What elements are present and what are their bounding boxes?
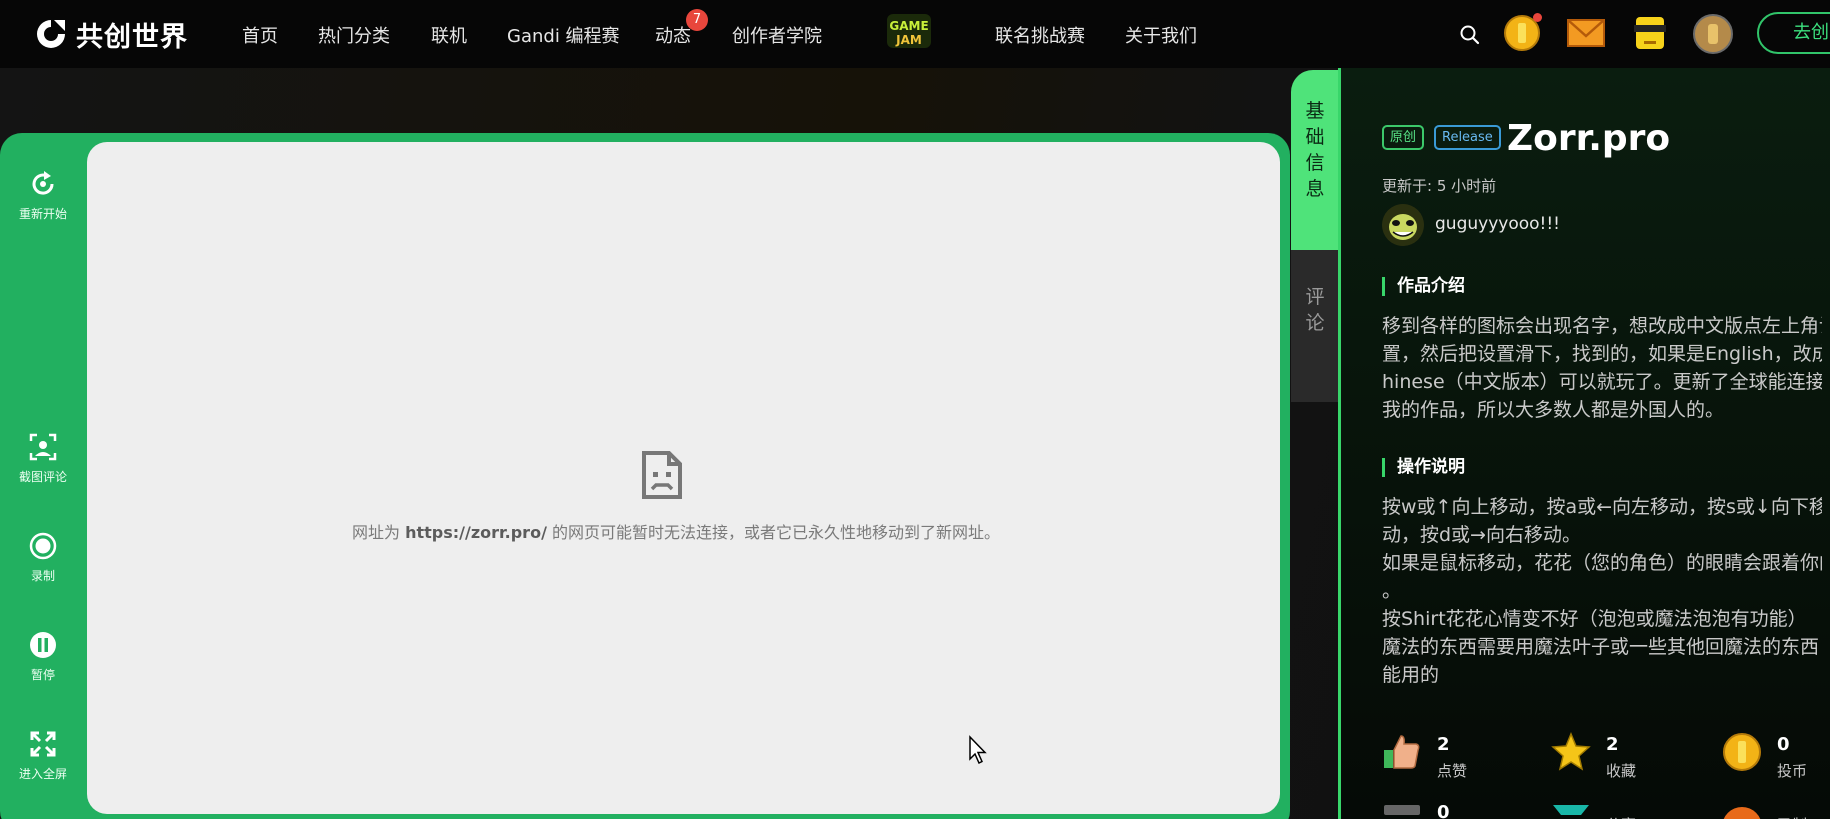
connection-error-message: 网址为 https://zorr.pro/ 的网页可能暂时无法连接，或者它已永久…	[352, 519, 1000, 543]
top-navbar: 共创世界 首页 热门分类 联机 Gandi 编程赛 动态 7 创作者学院 GAM…	[0, 0, 1830, 68]
cool-emoji-icon[interactable]	[1630, 11, 1670, 55]
favorites-label: 收藏	[1606, 762, 1637, 780]
nav-dynamics[interactable]: 动态	[655, 22, 691, 48]
game-stage[interactable]	[87, 142, 1280, 814]
ops-line: 。	[1382, 580, 1402, 602]
fullscreen-icon	[30, 731, 56, 757]
tab-basic-info[interactable]: 基 础 信 息	[1291, 70, 1339, 250]
updated-time: 更新于: 5 小时前	[1382, 177, 1497, 195]
tab-comments[interactable]: 评 论	[1291, 250, 1339, 402]
likes-label: 点赞	[1437, 762, 1468, 780]
share-label: 分享	[1606, 814, 1636, 819]
work-info-panel: 原创 Release Zorr.pro 更新于: 5 小时前 guguyyyoo…	[1338, 68, 1830, 819]
screenshot-comment-label: 截图评论	[18, 470, 67, 484]
restart-button[interactable]: 重新开始	[0, 169, 86, 222]
likes-count: 2	[1437, 734, 1450, 755]
search-icon[interactable]	[1458, 23, 1482, 47]
goto-create-button[interactable]: 去创	[1757, 12, 1830, 54]
intro-line: 置，然后把设置滑下，找到的，如果是English，改成C	[1382, 343, 1822, 365]
record-label: 录制	[30, 569, 55, 583]
record-button[interactable]: 录制	[0, 531, 86, 584]
tab-comments-label: 评 论	[1305, 286, 1325, 334]
broken-page-icon	[642, 451, 682, 499]
ops-section-body: 按w或↑向上移动，按a或←向左移动，按s或↓向下移 动，按d或→向右移动。 如果…	[1382, 493, 1822, 689]
restart-icon	[32, 171, 54, 195]
pause-label: 暂停	[30, 668, 55, 682]
intro-section-body: 移到各样的图标会出现名字，想改成中文版点左上角设 置，然后把设置滑下，找到的，如…	[1382, 312, 1822, 424]
logo-mark-icon	[37, 20, 65, 48]
ops-line: 魔法的东西需要用魔法叶子或一些其他回魔法的东西	[1382, 636, 1820, 658]
author-avatar-face-icon	[1382, 204, 1424, 246]
site-logo[interactable]: 共创世界	[34, 16, 188, 53]
restart-label: 重新开始	[18, 207, 67, 221]
favorites-count: 2	[1606, 734, 1619, 755]
ops-line: 动，按d或→向右移动。	[1382, 524, 1581, 546]
nav-home[interactable]: 首页	[242, 22, 278, 48]
error-suffix: 的网页可能暂时无法连接，或者它已永久性地移动到了新网址。	[546, 523, 1000, 542]
ops-line: 按Shirt花花心情变不好（泡泡或魔法泡泡有功能）	[1382, 608, 1807, 630]
nav-multiplayer[interactable]: 联机	[431, 22, 467, 48]
coin-notification-dot	[1533, 13, 1542, 22]
error-prefix: 网址为	[352, 523, 406, 542]
error-url: https://zorr.pro/	[405, 523, 547, 542]
favorite-star-icon[interactable]	[1551, 732, 1591, 772]
original-tag: 原创	[1382, 125, 1425, 150]
ops-line: 能用的	[1382, 664, 1440, 686]
work-title: Zorr.pro	[1507, 118, 1671, 159]
svg-text:GAME: GAME	[889, 19, 928, 33]
release-tag: Release	[1434, 125, 1501, 150]
nav-hot-categories[interactable]: 热门分类	[318, 22, 390, 48]
mail-icon[interactable]	[1566, 16, 1606, 50]
coins-count: 0	[1777, 734, 1790, 755]
nav-about-us[interactable]: 关于我们	[1125, 22, 1197, 48]
pause-icon	[30, 632, 56, 658]
intro-line: hinese（中文版本）可以就玩了。更新了全球能连接在	[1382, 371, 1822, 393]
remix-label: 已制	[1777, 814, 1807, 819]
row2-count: 0	[1437, 802, 1450, 819]
intro-section-title: 作品介绍	[1382, 277, 1465, 296]
remix-stat-icon[interactable]	[1722, 803, 1762, 819]
fullscreen-button[interactable]: 进入全屏	[0, 729, 86, 782]
pause-button[interactable]: 暂停	[0, 630, 86, 683]
dynamics-badge: 7	[686, 9, 708, 31]
nav-creator-academy[interactable]: 创作者学院	[732, 22, 822, 48]
avatar-coin-icon	[1708, 24, 1718, 44]
gamejam-logo-icon[interactable]: GAME JAM	[884, 10, 934, 54]
screenshot-icon	[29, 433, 57, 461]
user-avatar[interactable]	[1693, 14, 1733, 54]
view-stat-icon	[1384, 805, 1420, 815]
coin-stat-icon[interactable]	[1722, 732, 1762, 772]
tab-basic-info-label: 基 础 信 息	[1305, 100, 1325, 200]
intro-line: 我的作品，所以大多数人都是外国人的。	[1382, 399, 1725, 421]
intro-line: 移到各样的图标会出现名字，想改成中文版点左上角设	[1382, 315, 1822, 337]
author-name[interactable]: guguyyyooo!!!	[1435, 214, 1560, 234]
author-avatar[interactable]	[1382, 204, 1424, 246]
mouse-cursor-icon	[969, 735, 987, 765]
share-stat-icon[interactable]	[1551, 803, 1591, 819]
ops-line: 如果是鼠标移动，花花（您的角色）的眼睛会跟着你的鼠标	[1382, 552, 1822, 574]
record-icon	[29, 532, 57, 560]
nav-joint-challenge[interactable]: 联名挑战赛	[995, 22, 1085, 48]
svg-text:JAM: JAM	[895, 33, 922, 47]
ops-line: 按w或↑向上移动，按a或←向左移动，按s或↓向下移	[1382, 496, 1822, 518]
ops-section-title: 操作说明	[1382, 458, 1465, 477]
fullscreen-label: 进入全屏	[18, 767, 67, 781]
coins-label: 投币	[1777, 762, 1808, 780]
screenshot-comment-button[interactable]: 截图评论	[0, 432, 86, 485]
logo-text: 共创世界	[76, 21, 188, 53]
nav-gandi-contest[interactable]: Gandi 编程赛	[507, 22, 620, 48]
like-icon[interactable]	[1382, 732, 1422, 772]
